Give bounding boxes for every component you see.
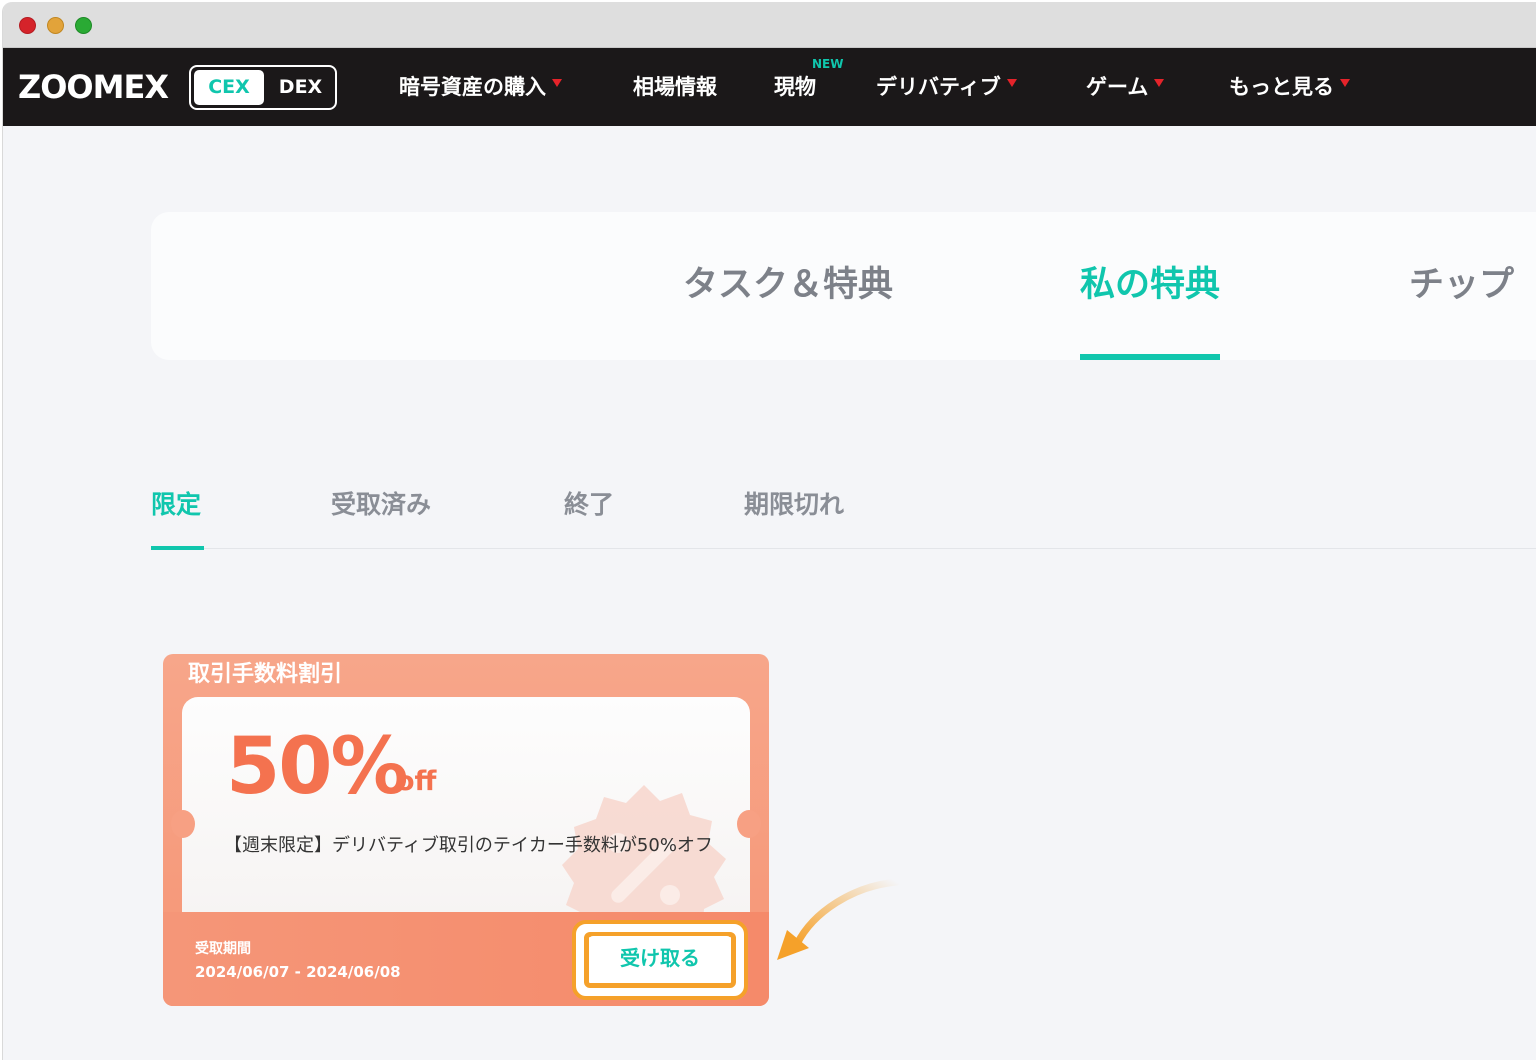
dex-toggle[interactable]: DEX [268,70,333,105]
close-window-button[interactable] [19,17,36,34]
discount-percent: 50% [226,722,409,812]
tab-tasks-rewards[interactable]: タスク＆特典 [683,264,893,306]
ticket-notch-left [171,810,195,838]
tab-my-rewards[interactable]: 私の特典 [1080,264,1220,306]
nav-item-buy-crypto[interactable]: 暗号資産の購入 [399,72,562,102]
title-bar [3,2,1536,48]
claim-button[interactable]: 受け取る [589,936,731,982]
discount-off-label: off [396,766,437,797]
coupon-description: 【週末限定】デリバティブ取引のテイカー手数料が50%オフ [224,835,713,856]
cex-dex-switch: CEX DEX [189,65,337,110]
rewards-tab-panel: タスク＆特典 私の特典 チップ [151,212,1536,360]
nav-item-games[interactable]: ゲーム [1086,72,1165,102]
caret-down-icon [1006,79,1017,87]
new-badge: NEW [812,57,844,71]
top-navbar: ZOOMEX CEX DEX 暗号資産の購入 相場情報 NEW 現物 デリバティ… [3,48,1536,126]
caret-down-icon [552,79,562,87]
nav-item-label: 相場情報 [633,75,717,99]
claim-period-label: 受取期間 [195,941,251,957]
zoomex-logo[interactable]: ZOOMEX [18,70,169,104]
browser-window: ZOOMEX CEX DEX 暗号資産の購入 相場情報 NEW 現物 デリバティ… [2,2,1536,1060]
claim-period-value: 2024/06/07 - 2024/06/08 [195,963,401,981]
minimize-window-button[interactable] [47,17,64,34]
active-subtab-indicator [151,546,204,550]
subtab-received[interactable]: 受取済み [331,488,431,522]
nav-item-spot[interactable]: 現物 [774,72,816,102]
nav-item-markets[interactable]: 相場情報 [633,72,717,102]
maximize-window-button[interactable] [75,17,92,34]
tab-tips[interactable]: チップ [1409,264,1514,306]
pointer-arrow-icon [777,878,901,960]
nav-item-label: もっと見る [1229,75,1334,99]
subtab-expired[interactable]: 期限切れ [744,488,844,522]
active-tab-indicator [1080,354,1220,360]
nav-item-more[interactable]: もっと見る [1229,72,1350,102]
subtab-limited[interactable]: 限定 [151,488,201,522]
nav-item-derivatives[interactable]: デリバティブ [876,72,1017,102]
nav-item-label: デリバティブ [876,75,1001,99]
subtab-ended[interactable]: 終了 [564,488,614,522]
caret-down-icon [1340,79,1350,87]
cex-toggle[interactable]: CEX [194,70,264,105]
nav-item-label: 暗号資産の購入 [399,75,546,99]
nav-item-label: 現物 [774,75,816,99]
ticket-notch-right [737,810,761,838]
coupon-title: 取引手数料割引 [188,662,343,687]
caret-down-icon [1154,79,1165,87]
subtab-divider [151,548,1536,549]
nav-item-label: ゲーム [1086,75,1149,99]
